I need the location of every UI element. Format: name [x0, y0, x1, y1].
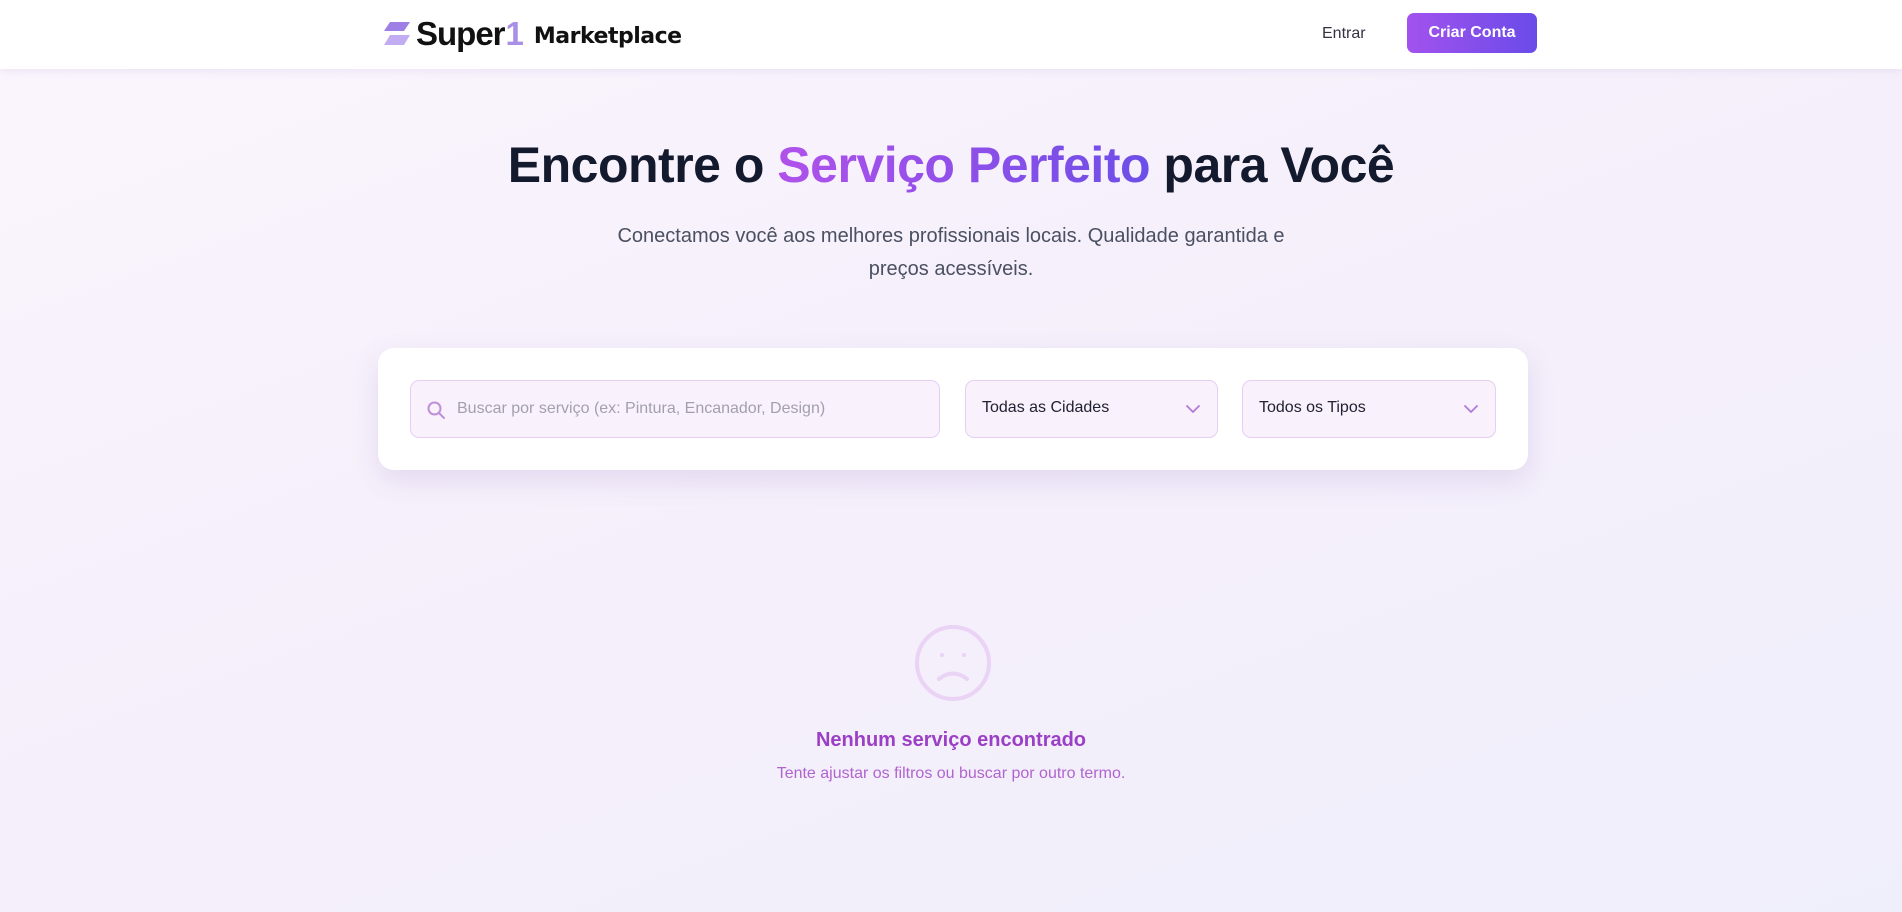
sad-face-icon — [915, 625, 991, 701]
chevron-down-icon — [1186, 405, 1200, 413]
lightning-logo-icon — [384, 22, 410, 45]
logo-text-marketplace: Marketplace — [533, 24, 682, 49]
chevron-down-icon — [1464, 405, 1478, 413]
type-select-value: Todos os Tipos — [1259, 399, 1366, 416]
top-header: Super 1 Marketplace Entrar Criar Conta — [0, 0, 1902, 69]
type-select[interactable]: Todos os Tipos — [1242, 380, 1496, 438]
logo-text-one: 1 — [505, 15, 524, 52]
empty-state-title: Nenhum serviço encontrado — [815, 729, 1087, 751]
hero-title-end: para Você — [1150, 137, 1395, 193]
empty-state-message: Tente ajustar os filtros ou buscar por o… — [776, 765, 1126, 782]
search-input[interactable] — [457, 381, 927, 437]
hero-title-start: Encontre o — [507, 137, 778, 193]
hero-title-accent: Serviço Perfeito — [777, 137, 1151, 193]
city-select-value: Todas as Cidades — [982, 399, 1110, 416]
login-link[interactable]: Entrar — [1322, 22, 1366, 46]
hero-subtitle-line-2: preços acessíveis. — [868, 258, 1034, 280]
brand-logo[interactable]: Super 1 Marketplace — [382, 14, 682, 54]
city-select[interactable]: Todas as Cidades — [965, 380, 1218, 438]
hero-title: Encontre o Serviço Perfeito para Você — [0, 136, 1902, 194]
logo-text-super: Super — [416, 15, 506, 52]
search-box[interactable] — [410, 380, 940, 438]
search-icon — [427, 401, 445, 419]
create-account-button[interactable]: Criar Conta — [1407, 13, 1537, 53]
hero-subtitle: Conectamos você aos melhores profissiona… — [611, 220, 1291, 286]
hero-subtitle-line-1: Conectamos você aos melhores profissiona… — [617, 225, 1285, 247]
search-filters-card: Todas as Cidades Todos os Tipos — [378, 348, 1528, 470]
